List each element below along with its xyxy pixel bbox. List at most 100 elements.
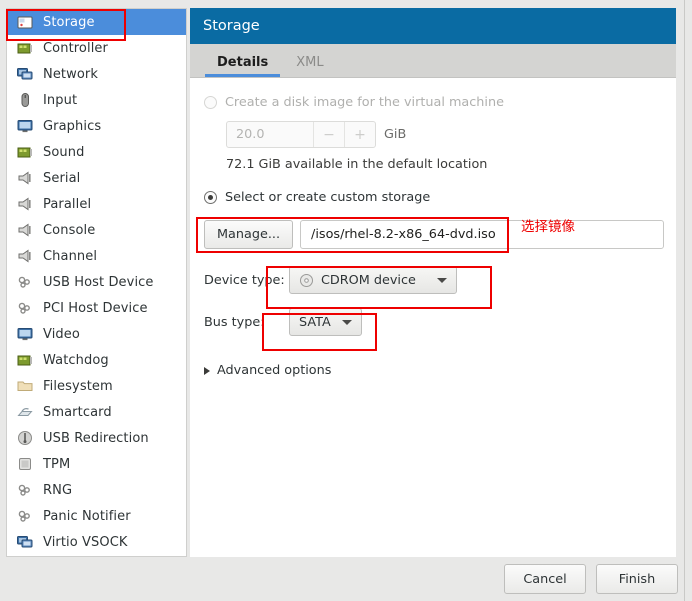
panic-notifier-icon xyxy=(16,507,34,525)
advanced-options-label: Advanced options xyxy=(217,363,332,378)
device-type-value: CDROM device xyxy=(321,272,416,288)
sidebar-item-input[interactable]: Input xyxy=(7,87,186,113)
sidebar-item-usb-host-device[interactable]: USB Host Device xyxy=(7,269,186,295)
sidebar-item-label: RNG xyxy=(43,482,73,498)
disk-size-stepper[interactable]: 20.0 − + xyxy=(226,121,376,148)
graphics-display-icon xyxy=(16,117,34,135)
sidebar-item-tpm[interactable]: TPM xyxy=(7,451,186,477)
sidebar-item-label: PCI Host Device xyxy=(43,300,148,316)
disk-size-value[interactable]: 20.0 xyxy=(227,122,313,147)
sidebar-item-smartcard[interactable]: Smartcard xyxy=(7,399,186,425)
sidebar-item-label: Sound xyxy=(43,144,85,160)
sidebar-item-label: Controller xyxy=(43,40,108,56)
custom-storage-radio-row[interactable]: Select or create custom storage xyxy=(204,187,664,207)
sidebar-item-label: Video xyxy=(43,326,80,342)
channel-port-icon xyxy=(16,247,34,265)
create-disk-image-radio[interactable] xyxy=(204,95,217,109)
sidebar-item-label: Serial xyxy=(43,170,81,186)
advanced-options-toggle[interactable]: Advanced options xyxy=(204,363,664,378)
sidebar-item-channel[interactable]: Channel xyxy=(7,243,186,269)
sidebar-item-label: Channel xyxy=(43,248,98,264)
folder-icon xyxy=(16,377,34,395)
sidebar-item-filesystem[interactable]: Filesystem xyxy=(7,373,186,399)
chevron-right-icon xyxy=(204,366,210,375)
sidebar-item-label: Smartcard xyxy=(43,404,112,420)
storage-icon xyxy=(16,13,34,31)
smartcard-icon xyxy=(16,403,34,421)
usb-host-device-icon xyxy=(16,273,34,291)
create-disk-image-radio-row[interactable]: Create a disk image for the virtual mach… xyxy=(204,92,664,112)
network-icon xyxy=(16,65,34,83)
sidebar-item-pci-host-device[interactable]: PCI Host Device xyxy=(7,295,186,321)
bus-type-row: Bus type: SATA xyxy=(204,308,664,336)
sidebar-item-label: TPM xyxy=(43,456,71,472)
page-title: Storage xyxy=(203,18,260,34)
sidebar-item-parallel[interactable]: Parallel xyxy=(7,191,186,217)
device-category-sidebar[interactable]: Storage Controller Network Input Graphic… xyxy=(6,8,187,557)
sidebar-item-storage[interactable]: Storage xyxy=(7,9,186,35)
sidebar-item-network[interactable]: Network xyxy=(7,61,186,87)
annotation-select-image-text: 选择镜像 xyxy=(521,219,575,235)
disk-size-row: 20.0 − + GiB xyxy=(226,121,664,148)
available-space-note: 72.1 GiB available in the default locati… xyxy=(226,157,488,172)
create-disk-image-label: Create a disk image for the virtual mach… xyxy=(225,94,504,110)
watchdog-icon xyxy=(16,351,34,369)
sidebar-item-label: Watchdog xyxy=(43,352,109,368)
sidebar-item-label: Storage xyxy=(43,14,95,30)
video-icon xyxy=(16,325,34,343)
sidebar-item-usb-redirection[interactable]: USB Redirection xyxy=(7,425,186,451)
cdrom-disc-icon xyxy=(299,273,314,288)
rng-icon xyxy=(16,481,34,499)
console-port-icon xyxy=(16,221,34,239)
sidebar-item-label: USB Redirection xyxy=(43,430,149,446)
device-type-label: Device type: xyxy=(204,272,285,288)
tab-bar[interactable]: Details XML xyxy=(190,44,676,78)
pci-host-device-icon xyxy=(16,299,34,317)
parallel-port-icon xyxy=(16,195,34,213)
usb-redirection-icon xyxy=(16,429,34,447)
tab-xml[interactable]: XML xyxy=(282,55,337,77)
sidebar-item-panic-notifier[interactable]: Panic Notifier xyxy=(7,503,186,529)
finish-button[interactable]: Finish xyxy=(596,564,678,594)
sidebar-item-label: Panic Notifier xyxy=(43,508,131,524)
tab-label: Details xyxy=(217,55,269,70)
chevron-down-icon xyxy=(341,319,352,325)
custom-storage-radio[interactable] xyxy=(204,190,217,204)
sidebar-item-rng[interactable]: RNG xyxy=(7,477,186,503)
disk-size-increment-button[interactable]: + xyxy=(344,122,375,147)
sidebar-item-sound[interactable]: Sound xyxy=(7,139,186,165)
storage-path-input[interactable]: /isos/rhel-8.2-x86_64-dvd.iso xyxy=(300,220,664,249)
sidebar-item-label: Filesystem xyxy=(43,378,113,394)
sidebar-item-label: Network xyxy=(43,66,98,82)
sidebar-item-label: Parallel xyxy=(43,196,92,212)
custom-storage-label: Select or create custom storage xyxy=(225,189,431,205)
sidebar-item-console[interactable]: Console xyxy=(7,217,186,243)
storage-detail-panel: Storage Details XML Create a disk image … xyxy=(190,8,676,557)
sidebar-item-video[interactable]: Video xyxy=(7,321,186,347)
device-type-select[interactable]: CDROM device xyxy=(289,266,457,294)
bus-type-value: SATA xyxy=(299,314,331,330)
tab-details[interactable]: Details xyxy=(203,55,282,77)
input-mouse-icon xyxy=(16,91,34,109)
disk-size-unit-label: GiB xyxy=(384,127,407,142)
tpm-chip-icon xyxy=(16,455,34,473)
sidebar-item-watchdog[interactable]: Watchdog xyxy=(7,347,186,373)
manage-button[interactable]: Manage... xyxy=(204,220,294,249)
sidebar-item-label: USB Host Device xyxy=(43,274,154,290)
panel-header: Storage xyxy=(190,8,676,44)
sidebar-item-controller[interactable]: Controller xyxy=(7,35,186,61)
tab-label: XML xyxy=(296,55,324,70)
disk-size-decrement-button[interactable]: − xyxy=(313,122,344,147)
sidebar-item-label: Input xyxy=(43,92,78,108)
storage-path-row: Manage... /isos/rhel-8.2-x86_64-dvd.iso xyxy=(204,220,664,249)
sidebar-item-label: Virtio VSOCK xyxy=(43,534,128,550)
details-tab-content: Create a disk image for the virtual mach… xyxy=(190,78,676,557)
sidebar-item-graphics[interactable]: Graphics xyxy=(7,113,186,139)
sidebar-item-serial[interactable]: Serial xyxy=(7,165,186,191)
chevron-down-icon xyxy=(437,277,447,283)
bus-type-select[interactable]: SATA xyxy=(289,308,362,336)
serial-port-icon xyxy=(16,169,34,187)
bus-type-label: Bus type: xyxy=(204,314,265,330)
cancel-button[interactable]: Cancel xyxy=(504,564,586,594)
sidebar-item-virtio-vsock[interactable]: Virtio VSOCK xyxy=(7,529,186,555)
